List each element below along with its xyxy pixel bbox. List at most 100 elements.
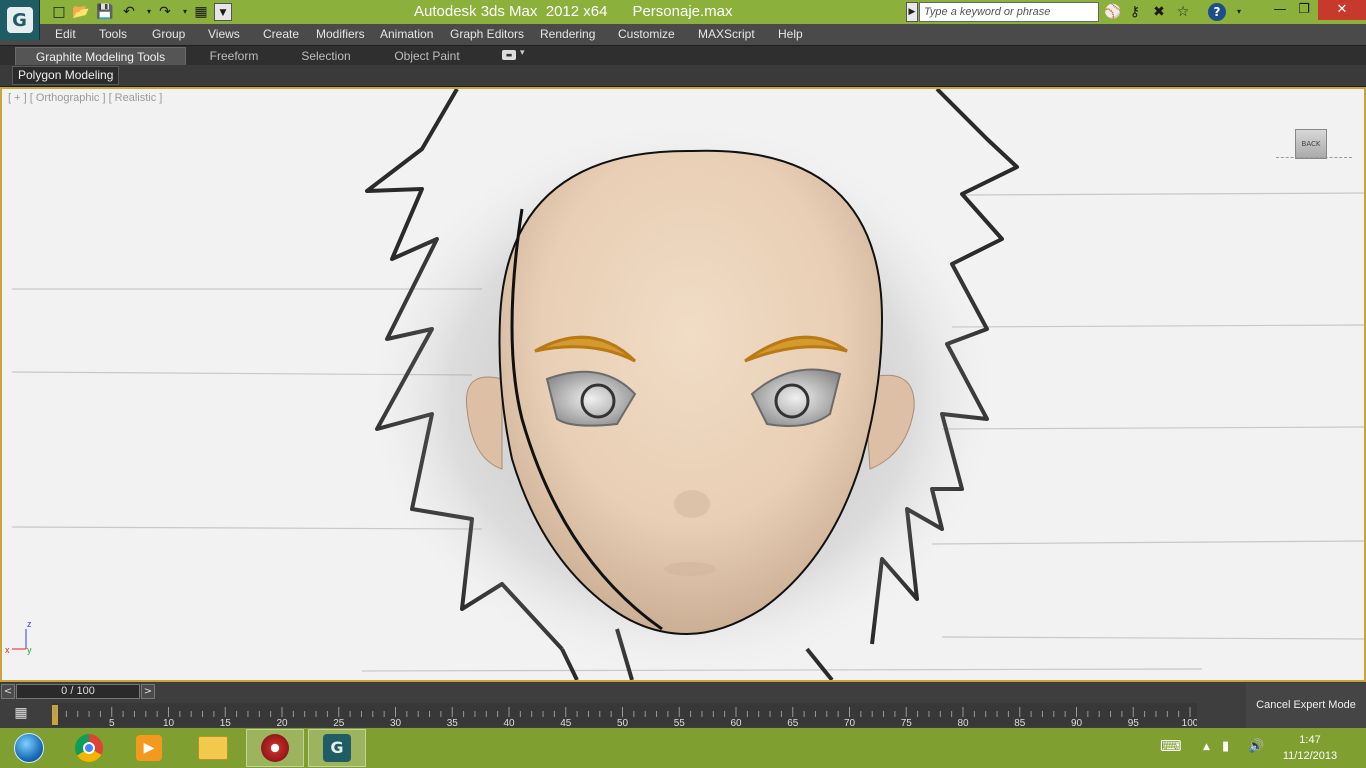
start-button[interactable] xyxy=(0,729,58,767)
polygon-modeling-panel[interactable]: Polygon Modeling xyxy=(12,66,120,85)
application-button[interactable]: G xyxy=(0,0,40,40)
curve-editor-icon[interactable]: ▦ xyxy=(10,705,32,725)
tray-expand-icon[interactable]: ▲ xyxy=(1203,742,1210,752)
track-tick-label: 85 xyxy=(1014,718,1026,727)
track-tick-label: 5 xyxy=(109,718,115,727)
time-slider-thumb[interactable]: 0 / 100 xyxy=(16,684,140,699)
chrome-icon xyxy=(75,734,103,762)
time-slider[interactable]: < 0 / 100 > xyxy=(0,683,1366,701)
open-file-icon[interactable]: 📂 xyxy=(72,3,90,21)
axis-tripod: z x y xyxy=(5,619,32,655)
ribbon-dropdown-icon[interactable]: ▾ xyxy=(520,48,525,58)
new-file-icon[interactable]: □ xyxy=(50,3,68,21)
binoculars-icon[interactable]: ⚾ xyxy=(1104,3,1122,21)
track-tick-label: 40 xyxy=(503,718,515,727)
tab-selection[interactable]: Selection xyxy=(290,47,362,66)
volume-icon[interactable]: 🔊 xyxy=(1248,739,1264,754)
red-swirl-app-icon xyxy=(261,734,289,762)
track-tick-label: 95 xyxy=(1128,718,1140,727)
menu-create[interactable]: Create xyxy=(263,27,299,41)
menu-group[interactable]: Group xyxy=(152,27,185,41)
track-tick-label: 70 xyxy=(844,718,856,727)
menu-bar: Edit Tools Group Views Create Modifiers … xyxy=(0,24,1366,45)
track-tick-label: 50 xyxy=(617,718,629,727)
menu-help[interactable]: Help xyxy=(778,27,803,41)
key-icon[interactable]: ⚷ xyxy=(1126,3,1144,21)
menu-graph-editors[interactable]: Graph Editors xyxy=(450,27,524,41)
track-tick-label: 15 xyxy=(220,718,232,727)
track-bar: ▦ 5 10 15 20 25 30 35 40 45 50 55 60 65 70 75 80 85 90 95 1… xyxy=(0,701,1246,728)
cancel-expert-mode-button[interactable]: Cancel Expert Mode xyxy=(1246,683,1366,728)
window-title: Autodesk 3ds Max 2012 x64 Personaje.max xyxy=(414,3,733,20)
help-icon[interactable]: ? xyxy=(1208,3,1226,21)
clock-time[interactable]: 1:47 xyxy=(1270,734,1350,746)
taskbar-file-explorer[interactable] xyxy=(184,729,242,767)
menu-customize[interactable]: Customize xyxy=(618,27,675,41)
close-icon[interactable]: ✕ xyxy=(1318,0,1366,20)
windows-taskbar: ▶ G ⌨ ▲ ▮ 🔊 1:47 11/12/2013 xyxy=(0,728,1366,768)
taskbar-chrome[interactable] xyxy=(60,729,118,767)
menu-rendering[interactable]: Rendering xyxy=(540,27,595,41)
viewcube[interactable]: BACK xyxy=(1295,129,1327,159)
tools-icon[interactable]: ✖ xyxy=(1150,3,1168,21)
menu-views[interactable]: Views xyxy=(208,27,240,41)
viewcube-compass-ring[interactable] xyxy=(1276,157,1352,161)
3dsmax-taskbar-icon: G xyxy=(323,734,351,762)
track-ruler[interactable]: 5 10 15 20 25 30 35 40 45 50 55 60 65 70 75 80 85 90 95 100 xyxy=(52,703,1197,727)
track-tick-label: 55 xyxy=(674,718,686,727)
3dsmax-logo-icon: G xyxy=(6,7,33,33)
track-tick-label: 80 xyxy=(957,718,969,727)
mouth xyxy=(664,562,716,576)
save-icon[interactable]: 💾 xyxy=(96,3,114,21)
redo-icon[interactable]: ↷ xyxy=(156,3,174,21)
tab-object-paint[interactable]: Object Paint xyxy=(384,47,470,66)
minimize-icon[interactable]: — xyxy=(1268,0,1292,20)
axis-y-label: y xyxy=(27,645,32,655)
taskbar-media-player[interactable]: ▶ xyxy=(120,729,178,767)
menu-modifiers[interactable]: Modifiers xyxy=(316,27,365,41)
menu-maxscript[interactable]: MAXScript xyxy=(698,27,755,41)
viewport-scene: z x y xyxy=(5,89,1364,680)
track-tick-label: 100 xyxy=(1182,718,1197,727)
track-tick-label: 35 xyxy=(447,718,459,727)
menu-edit[interactable]: Edit xyxy=(55,27,76,41)
keyboard-icon[interactable]: ⌨ xyxy=(1160,737,1182,755)
clock-date[interactable]: 11/12/2013 xyxy=(1270,750,1350,762)
track-tick-label: 90 xyxy=(1071,718,1083,727)
next-frame-icon[interactable]: > xyxy=(141,684,155,699)
menu-tools[interactable]: Tools xyxy=(99,27,127,41)
taskbar-app-red[interactable] xyxy=(246,729,304,767)
axis-z-label: z xyxy=(27,619,32,629)
help-dropdown-icon[interactable]: ▾ xyxy=(1230,3,1248,21)
folder-icon xyxy=(198,736,228,760)
undo-icon[interactable]: ↶ xyxy=(120,3,138,21)
track-tick-label: 60 xyxy=(730,718,742,727)
search-input[interactable]: Type a keyword or phrase xyxy=(919,2,1099,22)
menu-animation[interactable]: Animation xyxy=(380,27,433,41)
viewport-label[interactable]: [ + ] [ Orthographic ] [ Realistic ] xyxy=(8,92,162,104)
ribbon-display-icon[interactable]: ▬ xyxy=(502,50,516,60)
ribbon-panel-bar: Polygon Modeling xyxy=(0,65,1366,87)
ribbon-tabs: Graphite Modeling Tools Freeform Selecti… xyxy=(0,45,1366,66)
search-expand-icon[interactable]: ▶ xyxy=(906,2,918,22)
tab-graphite-modeling-tools[interactable]: Graphite Modeling Tools xyxy=(15,47,186,66)
power-icon[interactable]: ▮ xyxy=(1222,739,1229,754)
track-tick-label: 25 xyxy=(333,718,345,727)
track-tick-label: 45 xyxy=(560,718,572,727)
axis-x-label: x xyxy=(5,645,10,655)
track-tick-label: 65 xyxy=(787,718,799,727)
previous-frame-icon[interactable]: < xyxy=(1,684,15,699)
tab-freeform[interactable]: Freeform xyxy=(196,47,272,66)
viewport-front[interactable]: z x y [ + ] [ Orthographic ] [ Realistic… xyxy=(0,87,1366,682)
track-tick-label: 10 xyxy=(163,718,175,727)
title-bar: □ 📂 💾 ↶ ▾ ↷ ▾ ▦ ▼ Autodesk 3ds Max 2012 … xyxy=(0,0,1366,24)
media-player-icon: ▶ xyxy=(136,735,162,761)
restore-icon[interactable]: ❐ xyxy=(1292,0,1316,20)
track-tick-label: 75 xyxy=(901,718,913,727)
taskbar-3dsmax[interactable]: G xyxy=(308,729,366,767)
quick-access-dropdown-icon[interactable]: ▼ xyxy=(214,3,232,21)
track-tick-label: 30 xyxy=(390,718,402,727)
favorites-star-icon[interactable]: ☆ xyxy=(1174,3,1192,21)
project-folder-icon[interactable]: ▦ xyxy=(192,3,210,21)
track-tick-label: 20 xyxy=(276,718,288,727)
